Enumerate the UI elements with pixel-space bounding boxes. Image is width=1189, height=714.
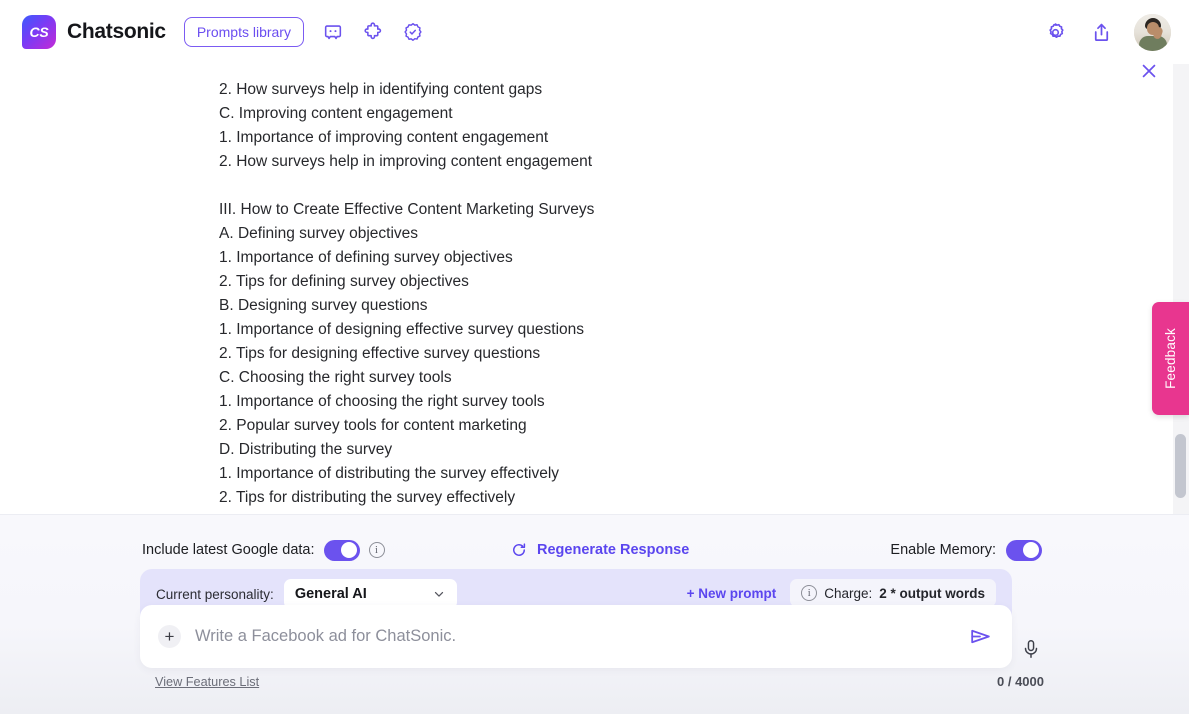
verified-badge-icon[interactable] xyxy=(400,19,426,45)
chatsonic-app: CS Chatsonic Prompts library 2. How surv… xyxy=(0,0,1189,714)
character-count: 0 / 4000 xyxy=(997,674,1044,689)
outline-line: 2. Popular survey tools for content mark… xyxy=(219,417,527,434)
personality-selected-value: General AI xyxy=(294,586,367,602)
assistant-message-outline: 2. How surveys help in identifying conte… xyxy=(219,78,1099,510)
chevron-down-icon xyxy=(434,591,443,597)
app-header: CS Chatsonic Prompts library xyxy=(0,0,1189,64)
toggle-knob xyxy=(1023,542,1039,558)
charge-value: 2 * output words xyxy=(879,585,985,601)
outline-line: 1. Importance of designing effective sur… xyxy=(219,321,585,338)
content-scrollbar-thumb[interactable] xyxy=(1175,434,1186,498)
add-attachment-icon[interactable]: + xyxy=(158,625,181,648)
enable-memory-toggle[interactable] xyxy=(1006,539,1042,561)
outline-line: 2. Tips for designing effective survey q… xyxy=(219,345,541,362)
outline-line: B. Designing survey questions xyxy=(219,297,428,314)
feedback-tab[interactable]: Feedback xyxy=(1152,302,1189,415)
outline-line: 1. Importance of choosing the right surv… xyxy=(219,393,545,410)
enable-memory-label: Enable Memory: xyxy=(890,542,996,558)
settings-gear-icon[interactable] xyxy=(1042,19,1068,45)
refresh-icon xyxy=(513,543,526,556)
chat-input-box[interactable]: + xyxy=(140,605,1012,668)
composer-panel: Include latest Google data: i Regenerate… xyxy=(0,514,1189,714)
enable-memory-group: Enable Memory: xyxy=(890,537,1042,563)
microphone-icon[interactable] xyxy=(1018,636,1044,662)
view-features-list-link[interactable]: View Features List xyxy=(155,675,259,689)
google-data-info-icon[interactable]: i xyxy=(368,542,385,558)
toggle-knob xyxy=(340,542,357,558)
charge-info-icon[interactable]: i xyxy=(801,585,818,601)
brand-name: Chatsonic xyxy=(67,20,166,43)
logo-text: CS xyxy=(29,24,49,40)
outline-line: 1. Importance of defining survey objecti… xyxy=(219,249,513,266)
user-avatar[interactable] xyxy=(1134,13,1171,51)
composer-top-row: Include latest Google data: i Regenerate… xyxy=(0,537,1189,563)
prompts-library-button[interactable]: Prompts library xyxy=(183,16,304,48)
chatsonic-logo-icon[interactable]: CS xyxy=(22,15,56,49)
puzzle-extension-icon[interactable] xyxy=(360,19,386,45)
charge-chip: i Charge: 2 * output words xyxy=(790,579,996,607)
include-google-data-group: Include latest Google data: i xyxy=(142,537,385,563)
include-google-data-toggle[interactable] xyxy=(323,539,360,561)
regenerate-response-button[interactable]: Regenerate Response xyxy=(510,537,689,563)
include-google-data-label: Include latest Google data: xyxy=(142,542,315,558)
outline-line: 2. How surveys help in identifying conte… xyxy=(219,81,543,98)
outline-line: 2. Tips for distributing the survey effe… xyxy=(219,489,516,506)
outline-line: C. Choosing the right survey tools xyxy=(219,369,452,386)
avatar-body xyxy=(1139,35,1167,51)
chat-input[interactable] xyxy=(195,627,966,646)
personality-right-group: + New prompt i Charge: 2 * output words xyxy=(687,579,996,607)
content-scrollbar-track[interactable] xyxy=(1173,64,1189,514)
outline-line: D. Distributing the survey xyxy=(219,441,393,458)
current-personality-label: Current personality: xyxy=(156,586,274,602)
outline-line: 2. How surveys help in improving content… xyxy=(219,153,593,170)
outline-line-blank xyxy=(219,174,1099,198)
share-upload-icon[interactable] xyxy=(1088,19,1114,45)
discord-icon[interactable] xyxy=(320,19,346,45)
charge-label: Charge: xyxy=(824,585,873,601)
outline-line: III. How to Create Effective Content Mar… xyxy=(219,201,595,218)
outline-line: C. Improving content engagement xyxy=(219,105,453,122)
new-prompt-button[interactable]: + New prompt xyxy=(687,586,777,601)
outline-line: 1. Importance of improving content engag… xyxy=(219,129,549,146)
regenerate-response-label: Regenerate Response xyxy=(537,542,690,558)
feedback-tab-label: Feedback xyxy=(1163,328,1178,389)
header-right-group xyxy=(1042,13,1171,51)
outline-line: A. Defining survey objectives xyxy=(219,225,419,242)
send-message-icon[interactable] xyxy=(966,623,994,651)
header-icon-group xyxy=(320,19,426,45)
outline-line: 1. Importance of distributing the survey… xyxy=(219,465,560,482)
outline-line: 2. Tips for defining survey objectives xyxy=(219,273,469,290)
conversation-area: 2. How surveys help in identifying conte… xyxy=(0,64,1171,514)
